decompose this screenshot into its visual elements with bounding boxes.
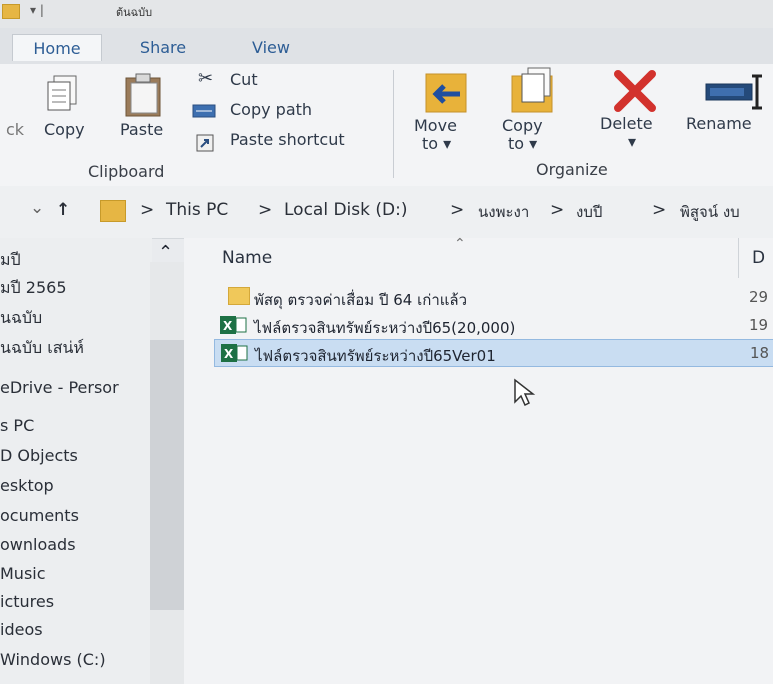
sidebar-item-desktop[interactable]: esktop bbox=[0, 476, 54, 495]
recent-locations-icon[interactable]: ⌄ bbox=[30, 198, 44, 218]
rename-icon bbox=[705, 74, 762, 110]
breadcrumb-separator[interactable]: > bbox=[140, 200, 154, 220]
title-bar: ▾ | ต้นฉบับ bbox=[0, 0, 773, 28]
paste-icon bbox=[125, 73, 161, 117]
move-to-dropdown[interactable]: to ▾ bbox=[422, 134, 451, 153]
folder-icon bbox=[100, 200, 126, 222]
file-name: พัสดุ ตรวจค่าเสื่อม ปี 64 เก่าแล้ว bbox=[254, 291, 468, 309]
navigation-pane: มปี มปี 2565 นฉบับ นฉบับ เสน่ห์ eDrive -… bbox=[0, 238, 152, 684]
mouse-cursor-icon bbox=[514, 378, 536, 407]
breadcrumb-separator[interactable]: > bbox=[450, 200, 464, 220]
file-date: 29 bbox=[749, 288, 769, 306]
sidebar-item[interactable]: นฉบับ bbox=[0, 306, 42, 331]
breadcrumb-separator[interactable]: > bbox=[550, 200, 564, 220]
column-header-name[interactable]: Name bbox=[222, 248, 272, 268]
organize-group-label: Organize bbox=[536, 160, 608, 179]
sidebar-item-windows-c[interactable]: Windows (C:) bbox=[0, 650, 106, 669]
copy-path-button[interactable]: Copy path bbox=[230, 100, 312, 119]
sidebar-item[interactable]: นฉบับ เสน่ห์ bbox=[0, 336, 84, 361]
cut-partial-label: ck bbox=[6, 120, 25, 139]
window-title: ต้นฉบับ bbox=[116, 6, 153, 19]
sidebar-item-3d-objects[interactable]: D Objects bbox=[0, 446, 78, 465]
column-header-date[interactable]: D bbox=[752, 248, 765, 268]
copy-button[interactable]: Copy bbox=[44, 120, 85, 139]
breadcrumb-local-disk[interactable]: Local Disk (D:) bbox=[284, 200, 407, 220]
svg-text:X: X bbox=[224, 347, 234, 361]
file-row[interactable]: พัสดุ ตรวจค่าเสื่อม ปี 64 เก่าแล้ว 29 bbox=[214, 284, 773, 310]
paste-button[interactable]: Paste bbox=[120, 120, 163, 139]
move-to-icon bbox=[425, 73, 467, 113]
sidebar-item-videos[interactable]: ideos bbox=[0, 620, 43, 639]
copy-to-icon bbox=[511, 67, 553, 113]
cut-button[interactable]: Cut bbox=[230, 70, 258, 89]
sidebar-item-music[interactable]: Music bbox=[0, 564, 46, 583]
copy-icon bbox=[47, 75, 77, 111]
copy-to-dropdown[interactable]: to ▾ bbox=[508, 134, 537, 153]
breadcrumb-this-pc[interactable]: This PC bbox=[166, 200, 228, 220]
breadcrumb-folder-2[interactable]: งบปี bbox=[576, 200, 602, 224]
breadcrumb-separator[interactable]: > bbox=[652, 200, 666, 220]
tab-view[interactable]: View bbox=[236, 34, 306, 60]
scroll-up-arrow-icon[interactable]: ⌃ bbox=[158, 242, 173, 263]
sidebar-item-this-pc[interactable]: s PC bbox=[0, 416, 34, 435]
sort-ascending-icon: ⌃ bbox=[454, 236, 466, 252]
quick-access-toolbar[interactable]: ▾ | bbox=[30, 3, 44, 17]
up-arrow-icon[interactable]: ↑ bbox=[56, 200, 70, 220]
address-bar: ⌄ ↑ > This PC > Local Disk (D:) > นงพะงา… bbox=[0, 186, 773, 239]
file-row-selected[interactable]: X ไฟล์ตรวจสินทรัพย์ระหว่างปี65Ver01 18 bbox=[214, 339, 773, 367]
breadcrumb-separator[interactable]: > bbox=[258, 200, 272, 220]
copy-path-icon bbox=[192, 104, 216, 118]
delete-icon bbox=[614, 70, 656, 112]
group-divider bbox=[393, 70, 394, 178]
folder-icon bbox=[2, 4, 20, 19]
sidebar-item-documents[interactable]: ocuments bbox=[0, 506, 79, 525]
scissors-icon: ✂ bbox=[198, 68, 214, 89]
folder-icon bbox=[228, 287, 250, 305]
clipboard-group-label: Clipboard bbox=[88, 162, 165, 181]
ribbon-tabs: Home Share View bbox=[0, 28, 773, 64]
delete-dropdown[interactable]: ▾ bbox=[628, 132, 636, 151]
excel-icon: X bbox=[220, 316, 247, 334]
sidebar-item[interactable]: มปี 2565 bbox=[0, 276, 67, 301]
sidebar-item-pictures[interactable]: ictures bbox=[0, 592, 54, 611]
copy-to-button[interactable]: Copy bbox=[502, 116, 543, 135]
sidebar-item-downloads[interactable]: ownloads bbox=[0, 535, 76, 554]
breadcrumb-folder-3[interactable]: พิสูจน์ งบ bbox=[680, 200, 740, 224]
file-row[interactable]: X ไฟล์ตรวจสินทรัพย์ระหว่างปี65(20,000) 1… bbox=[214, 312, 773, 338]
breadcrumb-folder-1[interactable]: นงพะงา bbox=[478, 200, 529, 224]
move-to-button[interactable]: Move bbox=[414, 116, 457, 135]
file-date: 18 bbox=[750, 344, 770, 362]
file-name: ไฟล์ตรวจสินทรัพย์ระหว่างปี65Ver01 bbox=[255, 347, 496, 365]
sidebar-scrollbar-thumb[interactable] bbox=[150, 340, 184, 610]
rename-button[interactable]: Rename bbox=[686, 114, 752, 133]
ribbon: ck Copy Paste ✂ Cut Copy path Paste shor… bbox=[0, 64, 773, 187]
file-date: 19 bbox=[749, 316, 769, 334]
tab-share[interactable]: Share bbox=[128, 34, 198, 60]
tab-home[interactable]: Home bbox=[12, 34, 102, 61]
paste-shortcut-icon bbox=[196, 134, 214, 152]
file-list: ⌃ Name D พัสดุ ตรวจค่าเสื่อม ปี 64 เก่าแ… bbox=[184, 236, 773, 684]
delete-button[interactable]: Delete bbox=[600, 114, 653, 133]
svg-text:X: X bbox=[223, 319, 233, 333]
excel-icon: X bbox=[221, 344, 248, 362]
paste-shortcut-button[interactable]: Paste shortcut bbox=[230, 130, 345, 149]
column-divider bbox=[738, 238, 739, 278]
sidebar-item-onedrive[interactable]: eDrive - Persor bbox=[0, 378, 119, 397]
sidebar-item[interactable]: มปี bbox=[0, 248, 21, 273]
file-name: ไฟล์ตรวจสินทรัพย์ระหว่างปี65(20,000) bbox=[254, 319, 516, 337]
